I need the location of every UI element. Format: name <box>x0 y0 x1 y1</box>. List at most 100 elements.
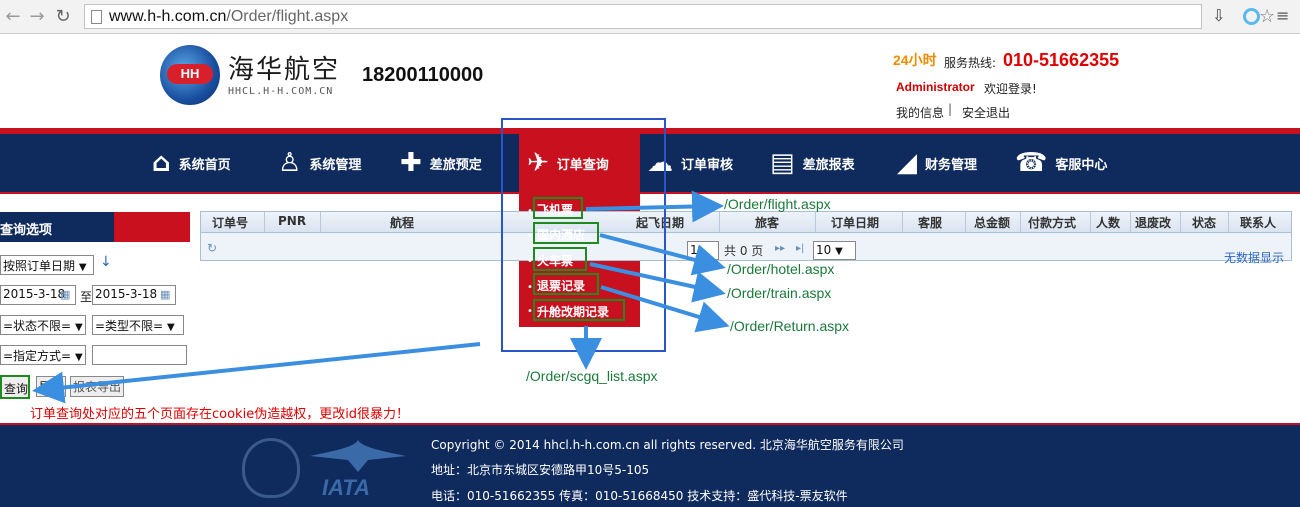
refresh-icon[interactable]: ↻ <box>207 241 217 255</box>
phone-icon: ☎ <box>1015 148 1048 178</box>
footer-copyright: Copyright © 2014 hhcl.h-h.com.cn all rig… <box>431 438 904 452</box>
extension-icon[interactable] <box>1243 8 1260 25</box>
export-button[interactable]: 导出 <box>36 376 66 397</box>
page-number-input[interactable]: 1 <box>687 241 719 260</box>
stairs-icon: ◢ <box>897 148 917 178</box>
menu-item-upgrade[interactable]: 升舱改期记录 <box>533 299 625 321</box>
col-divider <box>264 212 265 232</box>
anno-train-url: /Order/train.aspx <box>727 285 832 301</box>
menu-item-hotel[interactable]: 国内酒店 <box>533 222 599 244</box>
col-pay-method[interactable]: 付款方式 <box>1028 214 1076 231</box>
iata-logo: IATA <box>322 475 371 500</box>
col-divider <box>1130 212 1131 232</box>
calendar-icon[interactable]: ▦ <box>160 288 170 301</box>
nav-item-travel-booking[interactable]: ✚ 差旅预定 <box>400 134 482 192</box>
nav-item-system[interactable]: ♙ 系统管理 <box>278 134 361 192</box>
badge-emblem-icon <box>242 438 300 498</box>
url-text: www.h-h.com.cn/Order/flight.aspx <box>109 8 348 26</box>
page-size-select[interactable]: 10 ▼ <box>813 241 856 260</box>
method-value: =指定方式= <box>3 349 72 363</box>
sort-arrow-icon[interactable]: ↓ <box>100 254 112 270</box>
url-path: /Order/flight.aspx <box>226 8 349 25</box>
reload-icon[interactable]: ↻ <box>52 6 74 28</box>
user-phone: 18200110000 <box>362 64 484 86</box>
col-order-date[interactable]: 订单日期 <box>831 214 879 231</box>
date-mode-value: 按照订单日期 <box>3 259 76 273</box>
col-order-no[interactable]: 订单号 <box>212 214 248 231</box>
col-divider <box>902 212 903 232</box>
empty-text: 无数据显示 <box>1224 251 1285 265</box>
method-select[interactable]: =指定方式= ▼ <box>0 345 86 365</box>
col-contact[interactable]: 联系人 <box>1240 214 1276 231</box>
back-icon[interactable]: ← <box>2 6 24 28</box>
col-route[interactable]: 航程 <box>390 214 414 231</box>
anno-return-url: /Order/Return.aspx <box>730 318 850 334</box>
chevron-down-icon: ▼ <box>74 322 83 333</box>
chevron-down-icon: ▼ <box>835 246 843 257</box>
page-total: 共 0 页 <box>724 244 764 258</box>
nav-item-home[interactable]: ⌂ 系统首页 <box>152 134 231 192</box>
report-export-button[interactable]: 报表导出 <box>70 376 124 397</box>
col-divider <box>1228 212 1229 232</box>
welcome-text: 欢迎登录! <box>984 82 1037 96</box>
nav-item-customer-service[interactable]: ☎ 客服中心 <box>1015 134 1107 192</box>
date-mode-select[interactable]: 按照订单日期 ▼ <box>0 255 94 275</box>
next-page-icon[interactable]: ▸▸ <box>775 243 785 254</box>
nav-label: 订单审核 <box>681 157 734 173</box>
col-divider <box>815 212 816 232</box>
bookmark-star-icon[interactable]: ☆ <box>1259 6 1275 27</box>
col-divider <box>320 212 321 232</box>
col-passenger[interactable]: 旅客 <box>755 214 779 231</box>
annotation-note: 订单查询处对应的五个页面存在cookie伪造越权，更改id很暴力！ <box>30 407 410 422</box>
col-count[interactable]: 人数 <box>1096 214 1120 231</box>
date-from-value: 2015-3-18 <box>3 287 66 301</box>
url-host: www.h-h.com.cn <box>109 8 227 25</box>
type-select[interactable]: =类型不限= ▼ <box>92 315 184 335</box>
query-button[interactable]: 查询 <box>0 375 30 399</box>
date-to-value: 2015-3-18 <box>95 287 158 301</box>
col-amount[interactable]: 总金额 <box>974 214 1010 231</box>
calendar-icon[interactable]: ▦ <box>60 288 70 301</box>
col-divider <box>1180 212 1181 232</box>
menu-item-train[interactable]: 火车票 <box>533 247 587 271</box>
nav-label: 差旅报表 <box>802 157 855 173</box>
menu-item-refund[interactable]: 退票记录 <box>533 273 599 295</box>
nav-label: 系统首页 <box>178 157 231 173</box>
page-icon <box>91 10 102 24</box>
nav-label: 差旅预定 <box>429 157 482 173</box>
footer-contact: 电话：010-51662355 传真：010-51668450 技术支持：盛代科… <box>431 489 848 503</box>
query-panel-title: 查询选项 <box>0 223 53 238</box>
col-pnr[interactable]: PNR <box>278 214 306 228</box>
col-divider <box>1090 212 1091 232</box>
logout-link[interactable]: 安全退出 <box>962 104 1010 121</box>
nav-label: 系统管理 <box>309 157 362 173</box>
hotline-label: 服务热线: <box>944 56 997 70</box>
nav-item-travel-report[interactable]: ▤ 差旅报表 <box>770 134 855 192</box>
download-icon[interactable]: ⇩ <box>1212 6 1225 25</box>
table-icon: ▤ <box>770 148 795 178</box>
page-size-value: 10 <box>816 243 832 257</box>
status-select[interactable]: =状态不限= ▼ <box>0 315 86 335</box>
col-status[interactable]: 状态 <box>1192 214 1216 231</box>
hotline-24h-badge: 24小时 <box>893 52 937 68</box>
logo-title: 海华航空 <box>228 55 341 85</box>
menu-icon[interactable]: ≡ <box>1276 6 1289 25</box>
col-service[interactable]: 客服 <box>918 214 942 231</box>
col-divider <box>965 212 966 232</box>
anno-flight-url: /Order/flight.aspx <box>724 196 831 212</box>
puzzle-icon: ✚ <box>400 148 422 178</box>
address-bar[interactable]: www.h-h.com.cn/Order/flight.aspx ☆ <box>84 4 1275 29</box>
logo-subtitle: HHCL.H-H.COM.CN <box>228 86 334 97</box>
iata-wings-icon <box>308 438 408 474</box>
search-input[interactable] <box>92 345 187 365</box>
nav-label: 财务管理 <box>925 157 978 173</box>
col-refund[interactable]: 退废改 <box>1135 214 1171 231</box>
my-info-link[interactable]: 我的信息 <box>896 104 944 121</box>
forward-icon[interactable]: → <box>26 6 48 28</box>
user-name: Administrator <box>896 80 975 94</box>
anno-hotel-url: /Order/hotel.aspx <box>727 261 835 277</box>
menu-item-flight[interactable]: 飞机票 <box>533 197 583 219</box>
nav-item-finance[interactable]: ◢ 财务管理 <box>897 134 977 192</box>
last-page-icon[interactable]: ▸| <box>796 243 804 254</box>
status-value: =状态不限= <box>3 319 72 333</box>
